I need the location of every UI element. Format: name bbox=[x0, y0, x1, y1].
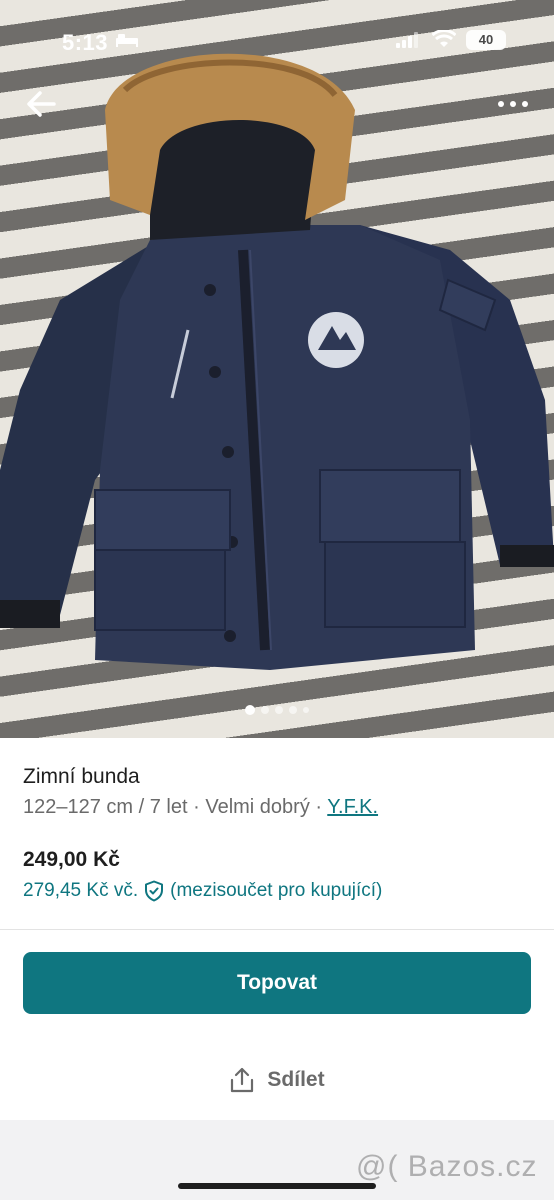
wifi-icon bbox=[432, 30, 456, 47]
share-button[interactable]: Sdílet bbox=[0, 1058, 554, 1102]
listing-size: 122–127 cm / 7 let bbox=[23, 796, 188, 818]
carousel-dot[interactable] bbox=[275, 706, 283, 714]
share-label: Sdílet bbox=[267, 1068, 325, 1091]
carousel-indicator bbox=[0, 703, 554, 717]
buyer-price-note: (mezisoučet pro kupující) bbox=[170, 880, 383, 901]
status-bar: 5:13 40 bbox=[0, 0, 554, 80]
jacket-image bbox=[0, 53, 554, 670]
topovat-button[interactable]: Topovat bbox=[23, 952, 531, 1014]
status-time: 5:13 bbox=[62, 30, 109, 55]
more-icon[interactable] bbox=[496, 96, 530, 112]
home-indicator[interactable] bbox=[178, 1183, 376, 1189]
battery-indicator: 40 bbox=[466, 30, 506, 50]
buyer-price-row[interactable]: 279,45 Kč vč. (mezisoučet pro kupující) bbox=[23, 880, 382, 902]
signal-icon bbox=[396, 32, 418, 48]
shield-check-icon bbox=[145, 880, 164, 902]
watermark: @( Bazos.cz bbox=[356, 1150, 538, 1183]
listing-title: Zimní bunda bbox=[23, 765, 140, 788]
carousel-dot[interactable] bbox=[245, 705, 255, 715]
listing-condition: Velmi dobrý bbox=[205, 796, 310, 818]
listing-meta: 122–127 cm / 7 let · Velmi dobrý · Y.F.K… bbox=[23, 796, 378, 819]
carousel-dot[interactable] bbox=[289, 706, 297, 714]
buyer-price: 279,45 Kč vč. bbox=[23, 880, 139, 901]
brand-link[interactable]: Y.F.K. bbox=[327, 796, 378, 818]
meta-separator: · bbox=[187, 796, 206, 818]
bed-icon bbox=[116, 34, 138, 47]
listing-price: 249,00 Kč bbox=[23, 848, 120, 871]
divider bbox=[0, 929, 554, 930]
product-photo[interactable]: 5:13 40 bbox=[0, 0, 554, 738]
meta-separator: · bbox=[309, 796, 328, 818]
carousel-dot[interactable] bbox=[261, 706, 269, 714]
back-arrow-icon[interactable] bbox=[26, 90, 56, 118]
share-icon bbox=[231, 1067, 254, 1093]
carousel-dot[interactable] bbox=[303, 707, 309, 713]
